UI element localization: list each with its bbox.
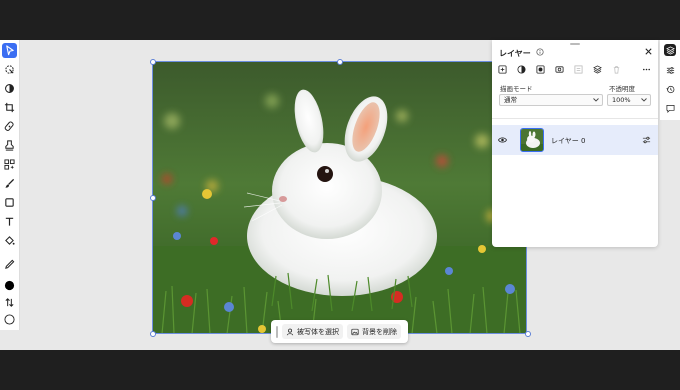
panel-title: レイヤー	[499, 49, 531, 58]
fill-icon[interactable]	[2, 233, 17, 248]
crop-icon[interactable]	[2, 100, 17, 115]
layer-mask-icon[interactable]	[536, 65, 545, 74]
transform-handle[interactable]	[525, 331, 531, 337]
taskbar-grip[interactable]	[276, 325, 278, 338]
select-arrow-icon[interactable]	[2, 43, 17, 58]
layer-name: レイヤー 0	[551, 137, 586, 145]
selection-frame	[152, 61, 527, 334]
visibility-eye-icon[interactable]	[498, 136, 507, 144]
layer-thumbnail	[520, 128, 544, 152]
foreground-color[interactable]	[2, 278, 17, 293]
select-subject-icon	[286, 328, 294, 335]
layer-properties-icon[interactable]	[642, 136, 651, 144]
transform-handle[interactable]	[150, 195, 156, 201]
group-layers-icon[interactable]	[593, 65, 602, 74]
delete-layer-icon[interactable]	[612, 65, 621, 74]
close-icon[interactable]	[644, 47, 653, 56]
clipping-mask-icon[interactable]	[574, 65, 583, 74]
opacity-value: 100%	[612, 96, 631, 104]
brush-icon[interactable]	[2, 176, 17, 191]
generative-fill-icon[interactable]	[2, 157, 17, 172]
transform-handle[interactable]	[337, 59, 343, 65]
opacity-label: 不透明度	[609, 85, 635, 93]
layers-icon[interactable]	[664, 44, 676, 56]
quick-select-icon[interactable]	[2, 62, 17, 77]
panel-divider	[492, 118, 658, 119]
select-subject-button[interactable]: 被写体を選択	[282, 324, 343, 339]
blend-mode-select[interactable]: 通常	[499, 94, 603, 106]
transform-handle[interactable]	[150, 59, 156, 65]
clone-stamp-icon[interactable]	[2, 138, 17, 153]
remove-background-label: 背景を削除	[362, 327, 397, 336]
healing-icon[interactable]	[2, 119, 17, 134]
eyedropper-icon[interactable]	[2, 257, 17, 272]
panel-grip[interactable]	[570, 43, 580, 45]
background-color[interactable]	[2, 312, 17, 327]
adjustment-layer-icon[interactable]	[517, 65, 526, 74]
blend-mode-value: 通常	[504, 96, 517, 104]
opacity-input[interactable]: 100%	[607, 94, 651, 106]
add-image-icon[interactable]	[555, 65, 564, 74]
top-chrome	[0, 0, 680, 40]
comments-icon[interactable]	[664, 102, 676, 114]
layer-row[interactable]: レイヤー 0	[492, 125, 658, 155]
history-icon[interactable]	[664, 83, 676, 95]
more-options-icon[interactable]	[642, 65, 651, 74]
contextual-taskbar: 被写体を選択 背景を削除	[271, 320, 408, 343]
layers-panel: レイヤー 描画モード 通常 不透明度 100% レイヤー 0	[492, 40, 658, 247]
chevron-down-icon	[593, 98, 599, 102]
text-icon[interactable]	[2, 214, 17, 229]
remove-background-button[interactable]: 背景を削除	[347, 324, 401, 339]
bottom-chrome	[0, 350, 680, 390]
remove-background-icon	[351, 328, 359, 335]
info-icon[interactable]	[536, 48, 544, 56]
transform-handle[interactable]	[150, 331, 156, 337]
blend-mode-label: 描画モード	[500, 85, 533, 93]
left-toolbar	[0, 40, 20, 330]
adjust-icon[interactable]	[2, 81, 17, 96]
add-layer-icon[interactable]	[498, 65, 507, 74]
chevron-down-icon	[641, 98, 647, 102]
swap-colors-icon[interactable]	[2, 295, 17, 310]
properties-icon[interactable]	[664, 64, 676, 76]
shape-icon[interactable]	[2, 195, 17, 210]
select-subject-label: 被写体を選択	[297, 327, 339, 336]
right-rail	[660, 40, 680, 120]
